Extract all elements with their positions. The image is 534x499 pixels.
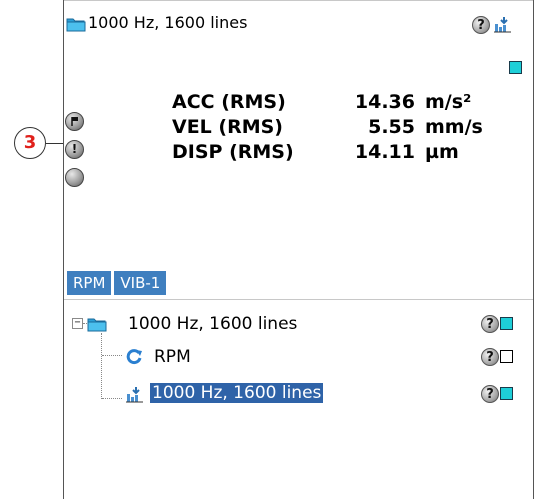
help-button[interactable]: ?	[481, 348, 499, 366]
callout-number: 3	[14, 127, 46, 159]
spectrum-title: 1000 Hz, 1600 lines	[88, 13, 248, 32]
alarm-button[interactable]: !	[65, 140, 84, 159]
help-button[interactable]: ?	[472, 16, 490, 34]
status-indicator	[509, 61, 522, 74]
measurement-panel: 1000 Hz, 1600 lines ? ! ACC (RMS) 14.36 …	[63, 0, 534, 499]
tab-vib-1[interactable]: VIB-1	[114, 271, 167, 295]
acc-unit: m/s²	[425, 91, 472, 113]
acc-label: ACC (RMS)	[172, 91, 286, 113]
callout-line	[46, 143, 64, 144]
flag-button[interactable]	[65, 112, 84, 131]
flag-icon	[70, 117, 78, 126]
collapse-toggle[interactable]: −	[72, 318, 83, 329]
disp-row: DISP (RMS) 14.11 µm	[172, 140, 483, 165]
blank-button[interactable]	[65, 168, 84, 187]
folder-icon	[66, 18, 86, 32]
status-indicator	[500, 350, 513, 363]
tree-connector	[102, 355, 122, 356]
vel-unit: mm/s	[425, 116, 483, 138]
tree-item-spectrum-label[interactable]: 1000 Hz, 1600 lines	[150, 383, 324, 403]
refresh-icon	[126, 349, 142, 365]
vel-value: 5.55	[368, 116, 415, 138]
export-icon[interactable]	[494, 16, 511, 33]
tree-item-rpm-label[interactable]: RPM	[154, 347, 191, 367]
status-indicator	[500, 317, 513, 330]
channel-tabs: RPM VIB-1	[67, 271, 169, 295]
disp-unit: µm	[425, 141, 459, 163]
disp-label: DISP (RMS)	[172, 141, 294, 163]
folder-icon	[87, 318, 107, 332]
help-button[interactable]: ?	[481, 385, 499, 403]
help-button[interactable]: ?	[481, 315, 499, 333]
disp-value: 14.11	[354, 141, 415, 163]
top-divider	[64, 0, 533, 1]
rms-readouts: ACC (RMS) 14.36 m/s² VEL (RMS) 5.55 mm/s…	[172, 90, 483, 165]
acc-value: 14.36	[354, 91, 415, 113]
tab-rpm[interactable]: RPM	[67, 271, 112, 295]
export-icon	[126, 387, 143, 403]
status-indicator	[500, 387, 513, 400]
vel-row: VEL (RMS) 5.55 mm/s	[172, 115, 483, 140]
tree-divider	[64, 299, 533, 300]
acc-row: ACC (RMS) 14.36 m/s²	[172, 90, 483, 115]
tree-connector	[102, 398, 122, 399]
vel-label: VEL (RMS)	[172, 116, 283, 138]
tree-connector	[101, 333, 102, 399]
tree-item-root-label[interactable]: 1000 Hz, 1600 lines	[128, 314, 297, 334]
